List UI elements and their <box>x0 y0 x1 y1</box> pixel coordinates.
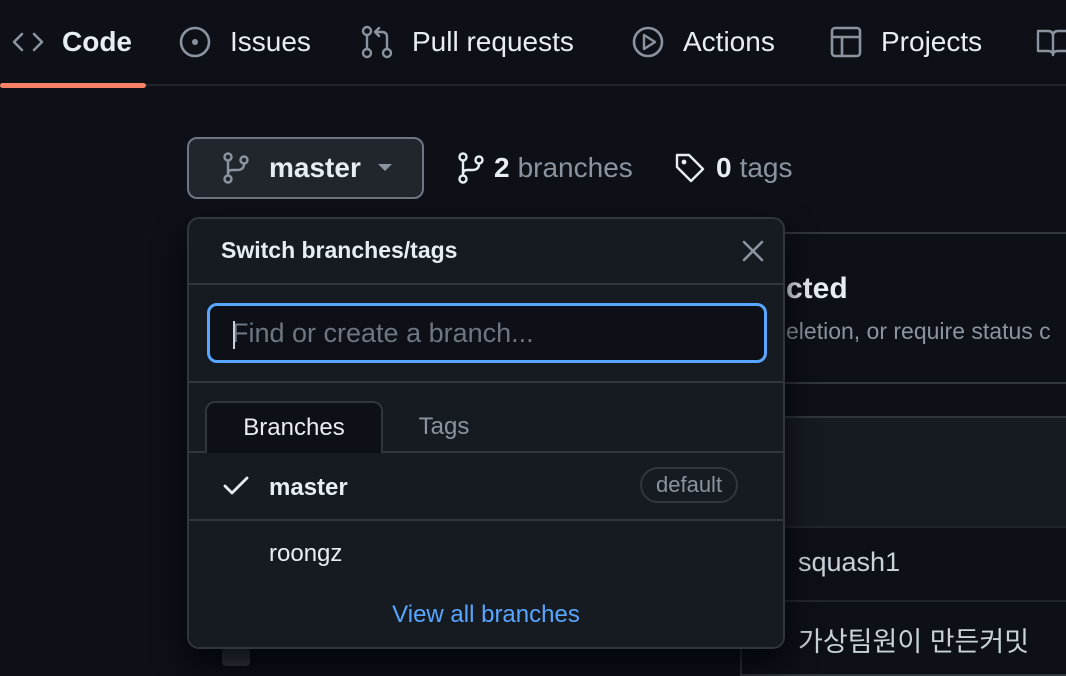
default-badge: default <box>640 467 739 503</box>
branch-item-master[interactable]: master default <box>189 453 783 521</box>
git-branch-icon <box>458 152 484 184</box>
tab-projects[interactable]: Projects <box>829 0 982 84</box>
tab-tags[interactable]: Tags <box>385 401 503 453</box>
active-tab-underline <box>0 83 146 88</box>
table-icon <box>829 25 863 59</box>
branch-name: roongz <box>269 540 343 567</box>
row-divider <box>742 526 1066 528</box>
branch-item-roongz[interactable]: roongz <box>189 521 783 589</box>
branch-filter-input[interactable] <box>207 303 767 363</box>
branch-switcher-dropdown: Switch branches/tags Branches Tags maste… <box>187 217 785 649</box>
check-icon <box>223 475 249 497</box>
git-branch-icon <box>223 152 249 184</box>
view-all-branches-link[interactable]: View all branches <box>189 601 783 629</box>
tags-count-link[interactable]: 0 tags <box>674 146 793 190</box>
row-divider <box>742 600 1066 602</box>
branches-count-link[interactable]: 2 branches <box>458 146 633 190</box>
file-icon <box>222 646 250 666</box>
book-icon <box>1036 25 1066 59</box>
ref-type-tabs: Branches Tags <box>189 383 783 455</box>
branch-protection-notice <box>740 232 1066 384</box>
tab-issues[interactable]: Issues <box>178 0 311 84</box>
filter-section <box>189 285 783 383</box>
close-icon[interactable] <box>741 239 765 263</box>
tab-pull-requests[interactable]: Pull requests <box>360 0 574 84</box>
caret-down-icon <box>377 163 393 173</box>
commit-message[interactable]: 가상팀원이 만든커밋 <box>798 620 1029 659</box>
play-icon <box>631 25 665 59</box>
tab-code[interactable]: Code <box>12 0 132 84</box>
current-branch-label: master <box>269 152 361 183</box>
branch-name: master <box>269 474 348 501</box>
branch-select-button[interactable]: master <box>187 137 424 199</box>
branches-count: 2 <box>494 152 510 183</box>
issue-opened-icon <box>178 25 212 59</box>
tag-icon <box>674 152 706 184</box>
text-cursor <box>233 321 235 349</box>
dropdown-header: Switch branches/tags <box>189 219 783 285</box>
tags-count: 0 <box>716 152 732 183</box>
file-table-header <box>742 418 1066 526</box>
tab-pull-requests-label: Pull requests <box>412 26 574 57</box>
commit-message[interactable]: squash1 <box>798 547 900 578</box>
tab-code-label: Code <box>62 26 132 57</box>
code-icon <box>12 28 44 56</box>
branches-word: branches <box>517 152 633 183</box>
dropdown-title: Switch branches/tags <box>221 237 458 263</box>
tab-issues-label: Issues <box>230 26 311 57</box>
tab-actions[interactable]: Actions <box>631 0 775 84</box>
tab-branches[interactable]: Branches <box>205 401 383 455</box>
tab-wiki[interactable] <box>1036 0 1066 84</box>
tags-word: tags <box>739 152 793 183</box>
protection-subtitle: eletion, or require status c <box>786 318 1051 344</box>
repo-nav: Code Issues Pull requests Actions Projec… <box>0 0 1066 88</box>
branch-list: master default roongz View all branches <box>189 453 783 647</box>
git-pull-request-icon <box>360 25 394 59</box>
tab-projects-label: Projects <box>881 26 983 57</box>
protection-title: cted <box>786 272 848 305</box>
tab-actions-label: Actions <box>683 26 775 57</box>
